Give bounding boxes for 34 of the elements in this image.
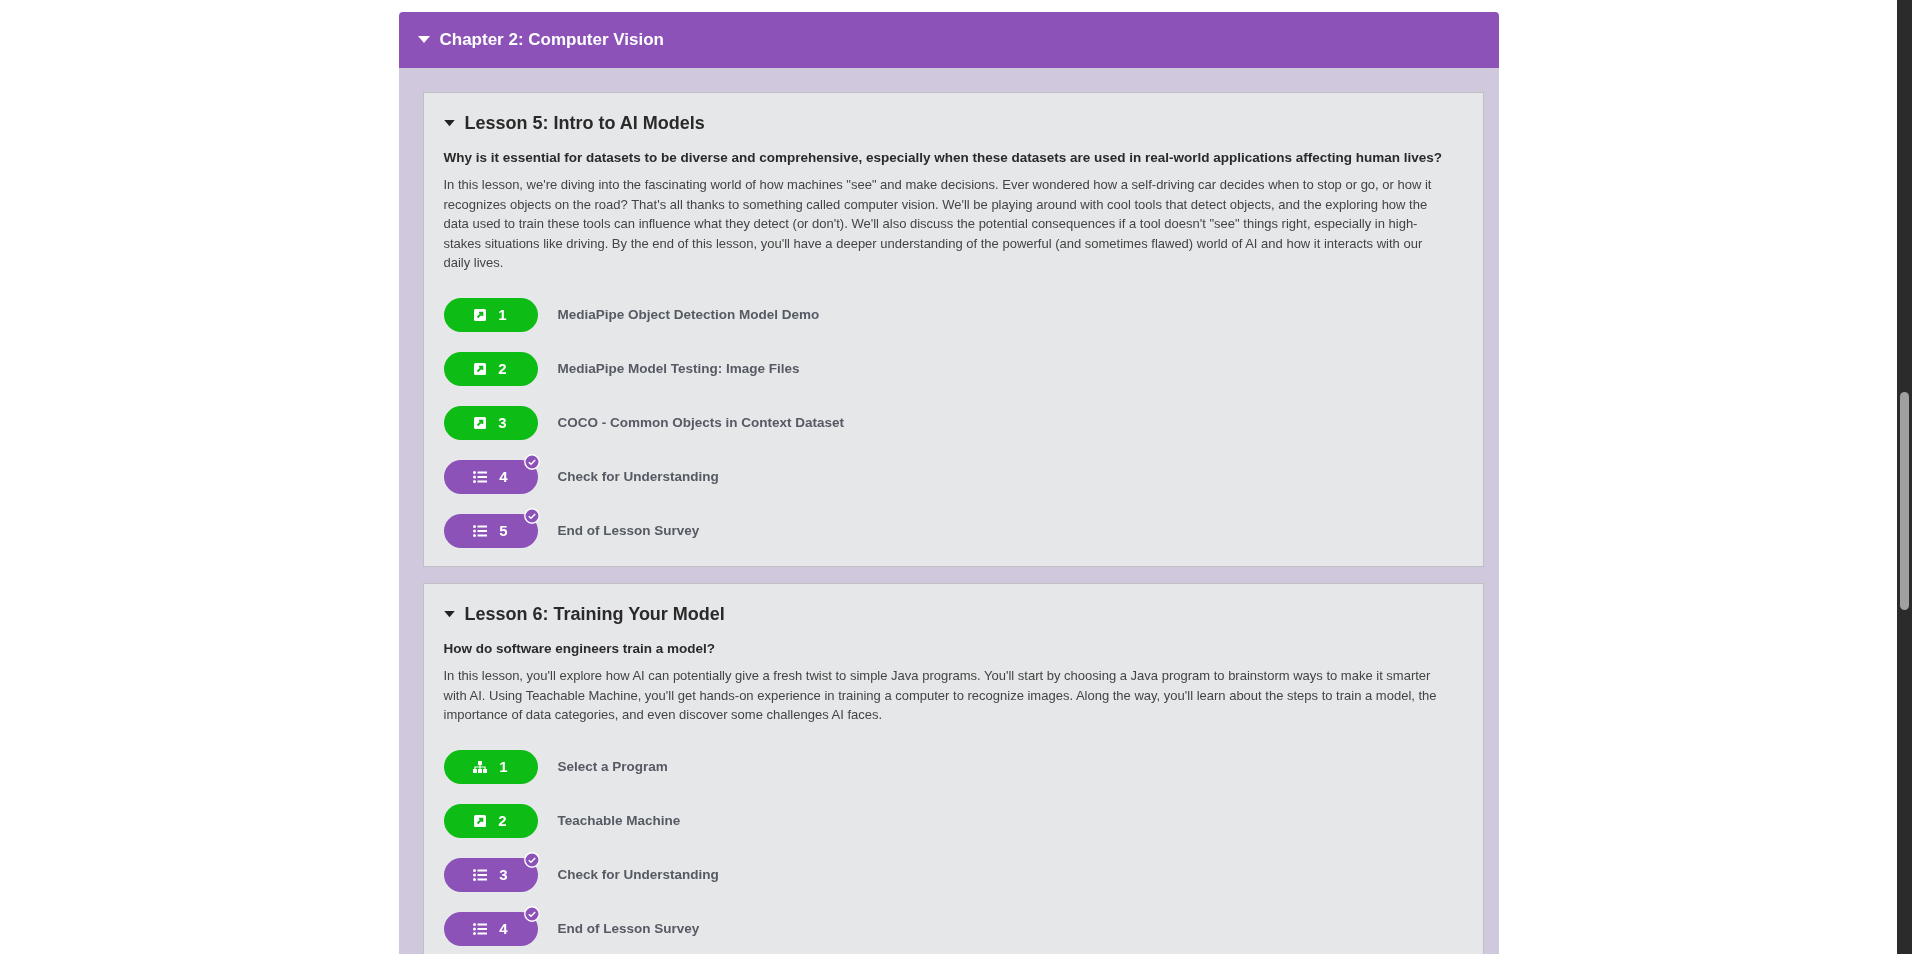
activity-label[interactable]: MediaPipe Model Testing: Image Files [557,361,800,377]
caret-icon [443,120,455,127]
activity-label[interactable]: MediaPipe Object Detection Model Demo [557,307,820,323]
list-icon [473,868,488,881]
activity-label[interactable]: Check for Understanding [557,469,719,485]
lesson-title[interactable]: Lesson 6: Training Your Model [443,583,725,625]
lesson-title[interactable]: Lesson 5: Intro to AI Models [443,93,705,134]
external-link-icon [474,308,487,321]
scrollbar-thumb[interactable] [1900,392,1909,610]
activity-label[interactable]: Select a Program [557,759,668,775]
activity-label[interactable]: End of Lesson Survey [557,523,700,539]
activity-label[interactable]: End of Lesson Survey [557,921,700,937]
external-link-icon [474,416,487,429]
caret-icon [417,36,430,44]
activity-button[interactable]: 3 [443,857,538,892]
chapter-header[interactable]: Chapter 2: Computer Vision [398,12,1499,68]
lesson-description: In this lesson, you'll explore how AI can potentially give a fresh twist to simple Java programs. You'll start by choosing a Java program to brainstorm ways to make it smarter with AI. Using Teachable Machine, you'll get hands-on experience in training a computer to recognize images. Along the way, you'll learn about the steps to train a model, the importance of data categories, and even discover some challenges AI faces. [443,666,1438,725]
hierarchy-icon [473,760,488,773]
lesson-question: How do software engineers train a model? [443,640,717,656]
activity-label[interactable]: Teachable Machine [557,813,681,829]
lesson-description: In this lesson, we're diving into the fascinating world of how machines "see" and make decisions. Ever wondered how a self-driving car decides when to stop or go, or how it recognizes objects on the road? That's all thanks to something called computer vision. We'll be playing around with cool tools that detect objects, and the exploring how the data used to train these tools can influence what they detect (or don't). We'll also discuss the potential consequences if a tool doesn't "see" things right, especially in high-stakes situations like driving. By the end of this lesson, you'll have a deeper understanding of the powerful (and sometimes flawed) world of AI and how it interacts with our daily lives. [443,176,1433,273]
activity-label[interactable]: COCO - Common Objects in Context Dataset [557,415,845,431]
scrollbar[interactable] [1897,0,1912,954]
external-link-icon [474,814,487,827]
caret-icon [443,610,455,618]
list-icon [473,524,488,537]
external-link-icon [474,362,487,375]
lesson-question: Why is it essential for datasets to be diverse and comprehensive, especially when these datasets are used in real-world applications affecting human lives? [443,150,1444,165]
list-icon [473,470,488,483]
list-icon [473,922,488,935]
activity-button[interactable]: 4 [443,911,538,946]
activity-label[interactable]: Check for Understanding [557,867,719,883]
activity-button[interactable]: 5 [443,513,538,548]
activity-button[interactable]: 4 [443,459,538,494]
